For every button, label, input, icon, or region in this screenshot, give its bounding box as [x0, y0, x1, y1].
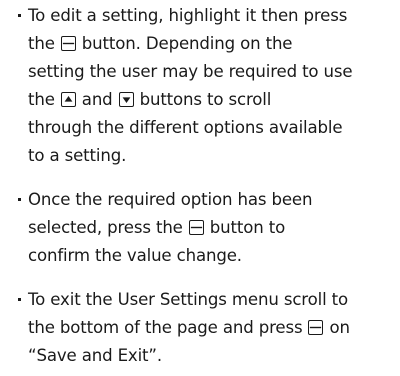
text-line: selected, press the button to: [28, 214, 398, 242]
text-line: the button. Depending on the: [28, 30, 398, 58]
text-fragment: the: [28, 90, 55, 109]
text-line: the and buttons to scroll: [28, 86, 398, 114]
text-line: To exit the User Settings menu scroll to: [28, 290, 349, 309]
bullet-marker: [18, 298, 21, 301]
text-line: Once the required option has been: [28, 190, 313, 209]
text-fragment: button. Depending on the: [81, 34, 293, 53]
confirm-option-instruction: Once the required option has been select…: [18, 186, 398, 270]
bullet-marker: [18, 14, 21, 17]
text-line: the bottom of the page and press on: [28, 314, 398, 342]
text-fragment: the bottom of the page and press: [28, 318, 303, 337]
text-fragment: on: [329, 318, 350, 337]
enter-button-icon: [188, 220, 204, 235]
edit-setting-instruction: To edit a setting, highlight it then pre…: [18, 2, 398, 170]
instructions-list: To edit a setting, highlight it then pre…: [18, 2, 398, 370]
text-fragment: selected, press the: [28, 218, 183, 237]
down-button-icon: [118, 92, 134, 107]
text-line: confirm the value change.: [28, 246, 242, 265]
up-button-icon: [60, 92, 76, 107]
text-fragment: button to: [209, 218, 286, 237]
exit-menu-instruction: To exit the User Settings menu scroll to…: [18, 286, 398, 370]
text-line: To edit a setting, highlight it then pre…: [28, 6, 348, 25]
text-fragment: and: [81, 90, 113, 109]
text-line: setting the user may be required to use: [28, 62, 353, 81]
bullet-marker: [18, 198, 21, 201]
text-line: through the different options available: [28, 118, 343, 137]
enter-button-icon: [308, 320, 324, 335]
text-fragment: buttons to scroll: [139, 90, 272, 109]
text-fragment: the: [28, 34, 55, 53]
enter-button-icon: [60, 36, 76, 51]
text-line: “Save and Exit”.: [28, 346, 162, 365]
text-line: to a setting.: [28, 146, 127, 165]
